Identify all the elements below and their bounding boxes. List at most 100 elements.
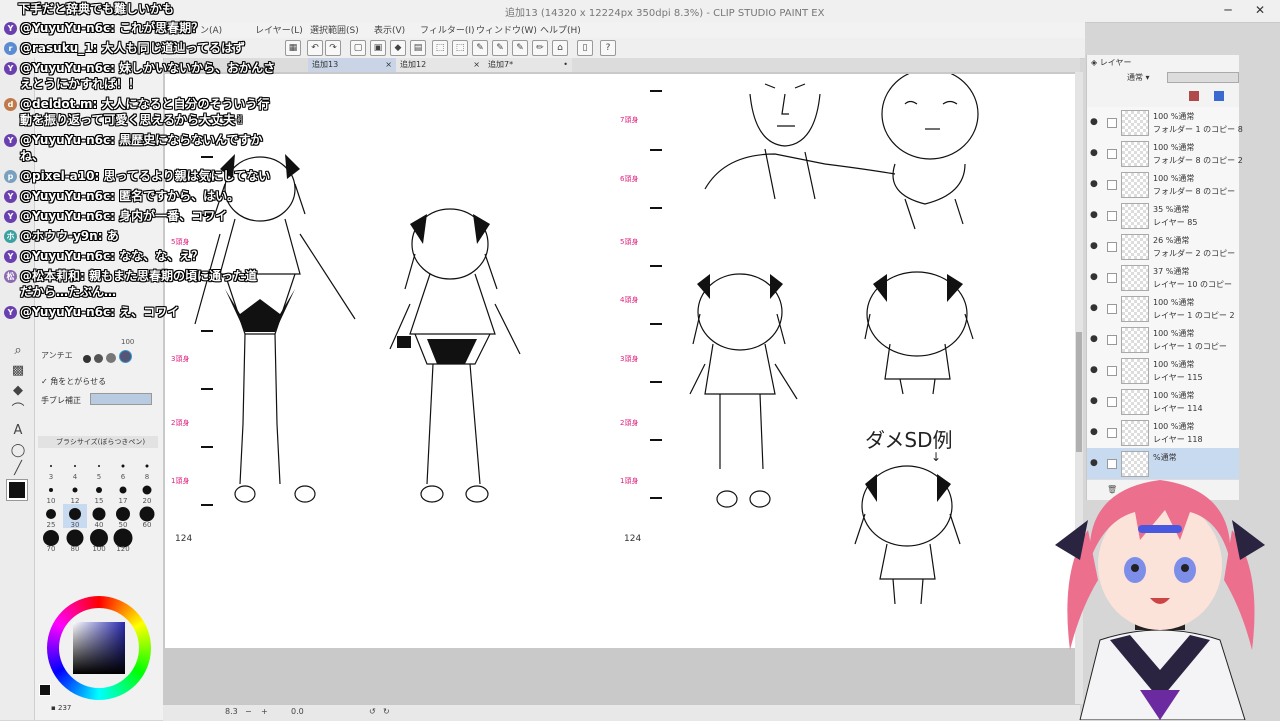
brush-dot-icon bbox=[50, 464, 52, 467]
brush-size-option[interactable]: 8 bbox=[135, 456, 159, 481]
layer-row[interactable]: ● 100 %通常 フォルダー 8 のコピー bbox=[1087, 169, 1239, 201]
main-color-swatch[interactable] bbox=[6, 479, 28, 501]
brush-size-option[interactable]: 100 bbox=[87, 528, 111, 553]
tab-document-12[interactable]: 追加12 × bbox=[396, 58, 484, 72]
layer-row[interactable]: ● 100 %通常 レイヤー 118 bbox=[1087, 417, 1239, 449]
eye-icon[interactable]: ● bbox=[1090, 365, 1098, 375]
eye-icon[interactable]: ● bbox=[1090, 303, 1098, 313]
brush-size-option[interactable]: 12 bbox=[63, 480, 87, 505]
invert-icon[interactable]: ⬚ bbox=[452, 40, 468, 56]
zoom-in-icon[interactable]: + bbox=[261, 707, 268, 716]
brush-size-option[interactable]: 15 bbox=[87, 480, 111, 505]
layer-row[interactable]: ● 100 %通常 レイヤー 114 bbox=[1087, 386, 1239, 418]
layer-row[interactable]: ● 26 %通常 フォルダー 2 のコピー bbox=[1087, 231, 1239, 263]
brush-size-option[interactable]: 10 bbox=[39, 480, 63, 505]
layer-row[interactable]: ● 35 %通常 レイヤー 85 bbox=[1087, 200, 1239, 232]
layer-lock-checkbox[interactable] bbox=[1107, 397, 1117, 407]
pen-icon[interactable]: ✎ bbox=[472, 40, 488, 56]
layer-row[interactable]: ● 100 %通常 フォルダー 8 のコピー 2 bbox=[1087, 138, 1243, 170]
rotate-right-icon[interactable]: ↻ bbox=[383, 707, 390, 716]
layer-color-icon[interactable] bbox=[1189, 91, 1199, 101]
rotate-left-icon[interactable]: ↺ bbox=[369, 707, 376, 716]
device-icon[interactable]: ▯ bbox=[577, 40, 593, 56]
eye-icon[interactable]: ● bbox=[1090, 427, 1098, 437]
transform-icon[interactable]: ▤ bbox=[410, 40, 426, 56]
blend-mode-select[interactable]: 通常 ▾ bbox=[1127, 72, 1150, 83]
stamp-icon[interactable]: ⌂ bbox=[552, 40, 568, 56]
layer-row[interactable]: ● 37 %通常 レイヤー 10 のコピー bbox=[1087, 262, 1239, 294]
brush-size-option[interactable]: 4 bbox=[63, 456, 87, 481]
line-icon[interactable]: ╱ bbox=[10, 461, 26, 477]
layer-lock-checkbox[interactable] bbox=[1107, 211, 1117, 221]
eye-icon[interactable]: ● bbox=[1090, 272, 1098, 282]
brush-size-option[interactable]: 60 bbox=[135, 504, 159, 529]
corner-option[interactable]: ✓ 角をとがらせる bbox=[41, 376, 106, 387]
brush-size-option[interactable]: 25 bbox=[39, 504, 63, 529]
brush-size-option[interactable]: 50 bbox=[111, 504, 135, 529]
ruler-icon[interactable]: ⌒ bbox=[10, 403, 26, 419]
brush-size-option[interactable]: 20 bbox=[135, 480, 159, 505]
layer-lock-checkbox[interactable] bbox=[1107, 428, 1117, 438]
tab-modified-icon[interactable]: • bbox=[563, 58, 568, 72]
layer-row[interactable]: ● 100 %通常 フォルダー 1 のコピー 8 bbox=[1087, 107, 1243, 139]
layer-lock-checkbox[interactable] bbox=[1107, 335, 1117, 345]
eye-icon[interactable]: ● bbox=[1090, 210, 1098, 220]
layer-row[interactable]: ● 100 %通常 レイヤー 1 のコピー 2 bbox=[1087, 293, 1239, 325]
balloon-icon[interactable]: ◯ bbox=[10, 443, 26, 459]
color-wheel[interactable] bbox=[47, 596, 151, 700]
menu-view[interactable]: 表示(V) bbox=[374, 23, 405, 36]
layer-row[interactable]: ● 100 %通常 レイヤー 115 bbox=[1087, 355, 1239, 387]
layer-lock-checkbox[interactable] bbox=[1107, 273, 1117, 283]
eraser-icon[interactable]: ◆ bbox=[10, 383, 26, 399]
brush-size-option[interactable]: 17 bbox=[111, 480, 135, 505]
brush-size-option[interactable]: 40 bbox=[87, 504, 111, 529]
brush-size-option[interactable]: 120 bbox=[111, 528, 135, 553]
minimize-button[interactable]: ─ bbox=[1218, 2, 1238, 18]
brush-size-option[interactable]: 70 bbox=[39, 528, 63, 553]
menu-help[interactable]: ヘルプ(H) bbox=[540, 23, 581, 36]
opacity-slider[interactable] bbox=[1167, 72, 1239, 83]
fill-tool-icon[interactable]: ▩ bbox=[10, 363, 26, 379]
clear-icon[interactable]: ▢ bbox=[350, 40, 366, 56]
tab-close-icon[interactable]: × bbox=[385, 58, 392, 72]
layer-blue-icon[interactable] bbox=[1214, 91, 1225, 101]
pencil-icon[interactable]: ✏ bbox=[532, 40, 548, 56]
layer-lock-checkbox[interactable] bbox=[1107, 180, 1117, 190]
eye-icon[interactable]: ● bbox=[1090, 179, 1098, 189]
deselect-icon[interactable]: ⬚ bbox=[432, 40, 448, 56]
brush-size-option[interactable]: 30 bbox=[63, 504, 87, 529]
eye-icon[interactable]: ● bbox=[1090, 396, 1098, 406]
tab-document-7[interactable]: 追加7* • bbox=[484, 58, 572, 72]
menu-filter[interactable]: フィルター(I) bbox=[420, 23, 475, 36]
fill-icon[interactable]: ◆ bbox=[390, 40, 406, 56]
eye-icon[interactable]: ● bbox=[1090, 241, 1098, 251]
brush-dot-icon bbox=[92, 507, 106, 521]
help-icon[interactable]: ? bbox=[600, 40, 616, 56]
eye-icon[interactable]: ● bbox=[1090, 117, 1098, 127]
layer-row[interactable]: ● 100 %通常 レイヤー 1 のコピー bbox=[1087, 324, 1239, 356]
stabilizer-label: 手ブレ補正 bbox=[41, 396, 81, 405]
current-color-swatch[interactable] bbox=[39, 684, 51, 696]
zoom-out-icon[interactable]: − bbox=[245, 707, 252, 716]
chat-message: Y @YuyuYu-n6c: なな、な、え？ bbox=[4, 247, 203, 267]
text-tool-icon[interactable]: A bbox=[10, 423, 26, 439]
close-button[interactable]: ✕ bbox=[1250, 2, 1270, 18]
brush-size-option[interactable]: 5 bbox=[87, 456, 111, 481]
color-square[interactable] bbox=[73, 622, 125, 674]
layer-lock-checkbox[interactable] bbox=[1107, 366, 1117, 376]
eye-icon[interactable]: ● bbox=[1090, 148, 1098, 158]
brush-icon[interactable]: ✎ bbox=[512, 40, 528, 56]
layer-lock-checkbox[interactable] bbox=[1107, 118, 1117, 128]
eye-icon[interactable]: ● bbox=[1090, 334, 1098, 344]
menu-window[interactable]: ウィンドウ(W) bbox=[476, 23, 537, 36]
layer-lock-checkbox[interactable] bbox=[1107, 149, 1117, 159]
stabilizer-slider[interactable] bbox=[90, 393, 152, 405]
brush-size-option[interactable]: 6 bbox=[111, 456, 135, 481]
layer-lock-checkbox[interactable] bbox=[1107, 304, 1117, 314]
clear-outside-icon[interactable]: ▣ bbox=[370, 40, 386, 56]
brush-size-option[interactable]: 80 bbox=[63, 528, 87, 553]
pen-alt-icon[interactable]: ✎ bbox=[492, 40, 508, 56]
layer-lock-checkbox[interactable] bbox=[1107, 242, 1117, 252]
tab-close-icon[interactable]: × bbox=[473, 58, 480, 72]
brush-size-option[interactable]: 3 bbox=[39, 456, 63, 481]
